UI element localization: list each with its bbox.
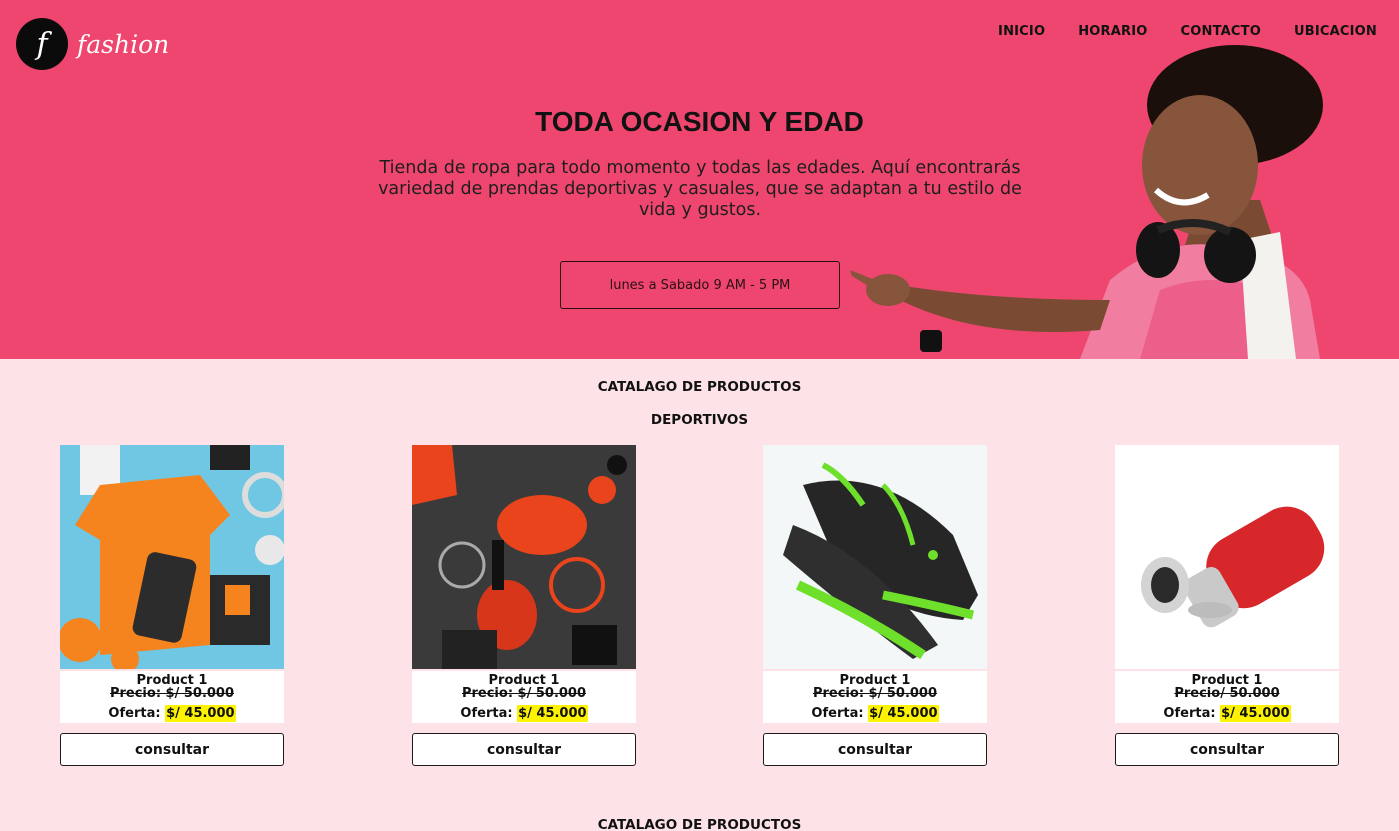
- product-card: Product 1 Precio: $/ 50.000 Oferta: $/ 4…: [412, 445, 636, 766]
- product-old-price: Precio/ 50.000: [1174, 686, 1280, 701]
- product-card: Product 1 Precio/ 50.000 Oferta: $/ 45.0…: [1115, 445, 1339, 766]
- product-info: Product 1 Precio: $/ 50.000 Oferta: $/ 4…: [763, 671, 987, 723]
- product-info: Product 1 Precio/ 50.000 Oferta: $/ 45.0…: [1115, 671, 1339, 723]
- offer-price: $/ 45.000: [1220, 705, 1291, 722]
- product-old-price: Precio: $/ 50.000: [109, 686, 235, 701]
- catalog-title: CATALAGO DE PRODUCTOS: [597, 379, 802, 395]
- logo-mark: f: [16, 18, 68, 70]
- offer-label: Oferta:: [108, 706, 161, 721]
- product-info: Product 1 Precio: $/ 50.000 Oferta: $/ 4…: [60, 671, 284, 723]
- product-offer: Oferta: $/ 45.000: [763, 705, 987, 722]
- offer-price: $/ 45.000: [165, 705, 236, 722]
- catalog-title-next: CATALAGO DE PRODUCTOS: [597, 817, 802, 831]
- product-offer: Oferta: $/ 45.000: [60, 705, 284, 722]
- product-old-price: Precio: $/ 50.000: [812, 686, 938, 701]
- product-image-sneakers[interactable]: [763, 445, 987, 669]
- offer-price: $/ 45.000: [517, 705, 588, 722]
- product-card: Product 1 Precio: $/ 50.000 Oferta: $/ 4…: [60, 445, 284, 766]
- catalog-category: DEPORTIVOS: [650, 412, 749, 428]
- product-card: Product 1 Precio: $/ 50.000 Oferta: $/ 4…: [763, 445, 987, 766]
- consultar-button[interactable]: consultar: [60, 733, 284, 766]
- consultar-button[interactable]: consultar: [1115, 733, 1339, 766]
- product-offer: Oferta: $/ 45.000: [1115, 705, 1339, 722]
- offer-label: Oferta:: [1163, 706, 1216, 721]
- brand-logo[interactable]: f fashion: [16, 18, 169, 70]
- offer-price: $/ 45.000: [868, 705, 939, 722]
- product-image-water-bottle[interactable]: [1115, 445, 1339, 669]
- offer-label: Oferta:: [811, 706, 864, 721]
- product-image-sport-flatlay[interactable]: [60, 445, 284, 669]
- hero-banner: f fashion INICIO HORARIO CONTACTO UBICAC…: [0, 0, 1399, 359]
- hero-model-image: [850, 45, 1323, 359]
- consultar-button[interactable]: consultar: [763, 733, 987, 766]
- product-image-sport-gear[interactable]: [412, 445, 636, 669]
- offer-label: Oferta:: [460, 706, 513, 721]
- product-offer: Oferta: $/ 45.000: [412, 705, 636, 722]
- brand-name: fashion: [77, 29, 170, 59]
- consultar-button[interactable]: consultar: [412, 733, 636, 766]
- product-info: Product 1 Precio: $/ 50.000 Oferta: $/ 4…: [412, 671, 636, 723]
- hours-box: lunes a Sabado 9 AM - 5 PM: [560, 261, 840, 309]
- product-old-price: Precio: $/ 50.000: [461, 686, 587, 701]
